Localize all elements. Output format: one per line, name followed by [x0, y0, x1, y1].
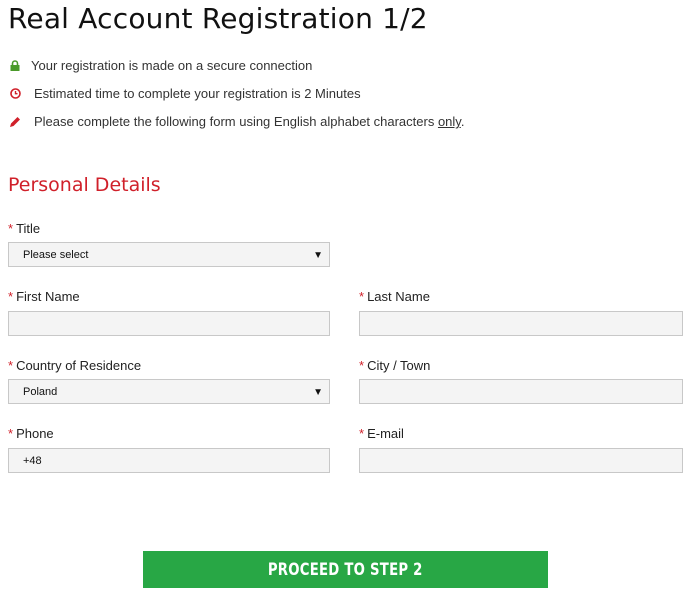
pencil-icon: [8, 115, 22, 129]
info-english-only: Please complete the following form using…: [8, 114, 464, 129]
lock-icon: [8, 59, 22, 73]
last-name-input[interactable]: [359, 311, 683, 336]
first-name-label: * First Name: [8, 289, 80, 304]
chevron-down-icon: ▼: [313, 250, 323, 261]
info-text: Please complete the following form using…: [34, 114, 465, 129]
required-marker: *: [359, 289, 365, 304]
phone-label: * Phone: [8, 426, 54, 441]
info-estimated-time: Estimated time to complete your registra…: [8, 86, 361, 101]
page-title: Real Account Registration 1/2: [8, 2, 428, 35]
section-title-personal-details: Personal Details: [8, 174, 161, 196]
required-marker: *: [8, 358, 14, 373]
proceed-to-step-2-button[interactable]: PROCEED TO STEP 2: [143, 551, 548, 588]
required-marker: *: [359, 426, 365, 441]
title-select-value: Please select: [23, 249, 89, 261]
info-text: Estimated time to complete your registra…: [34, 86, 361, 101]
info-text: Your registration is made on a secure co…: [31, 58, 313, 73]
required-marker: *: [8, 221, 14, 236]
email-input[interactable]: [359, 448, 683, 473]
city-input[interactable]: [359, 379, 683, 404]
required-marker: *: [8, 289, 14, 304]
country-select-value: Poland: [23, 386, 58, 398]
title-select[interactable]: Please select ▼: [8, 242, 330, 267]
city-label: * City / Town: [359, 358, 431, 373]
only-emphasis: only: [437, 114, 461, 129]
phone-input[interactable]: +48: [8, 448, 330, 473]
last-name-label: * Last Name: [359, 289, 430, 304]
required-marker: *: [8, 426, 14, 441]
chevron-down-icon: ▼: [313, 387, 323, 398]
clock-icon: [8, 87, 22, 101]
required-marker: *: [359, 358, 365, 373]
info-secure-connection: Your registration is made on a secure co…: [8, 58, 312, 73]
first-name-input[interactable]: [8, 311, 330, 336]
email-label: * E-mail: [359, 426, 404, 441]
country-select[interactable]: Poland ▼: [8, 379, 330, 404]
title-label: * Title: [8, 221, 41, 236]
country-label: * Country of Residence: [8, 358, 142, 373]
